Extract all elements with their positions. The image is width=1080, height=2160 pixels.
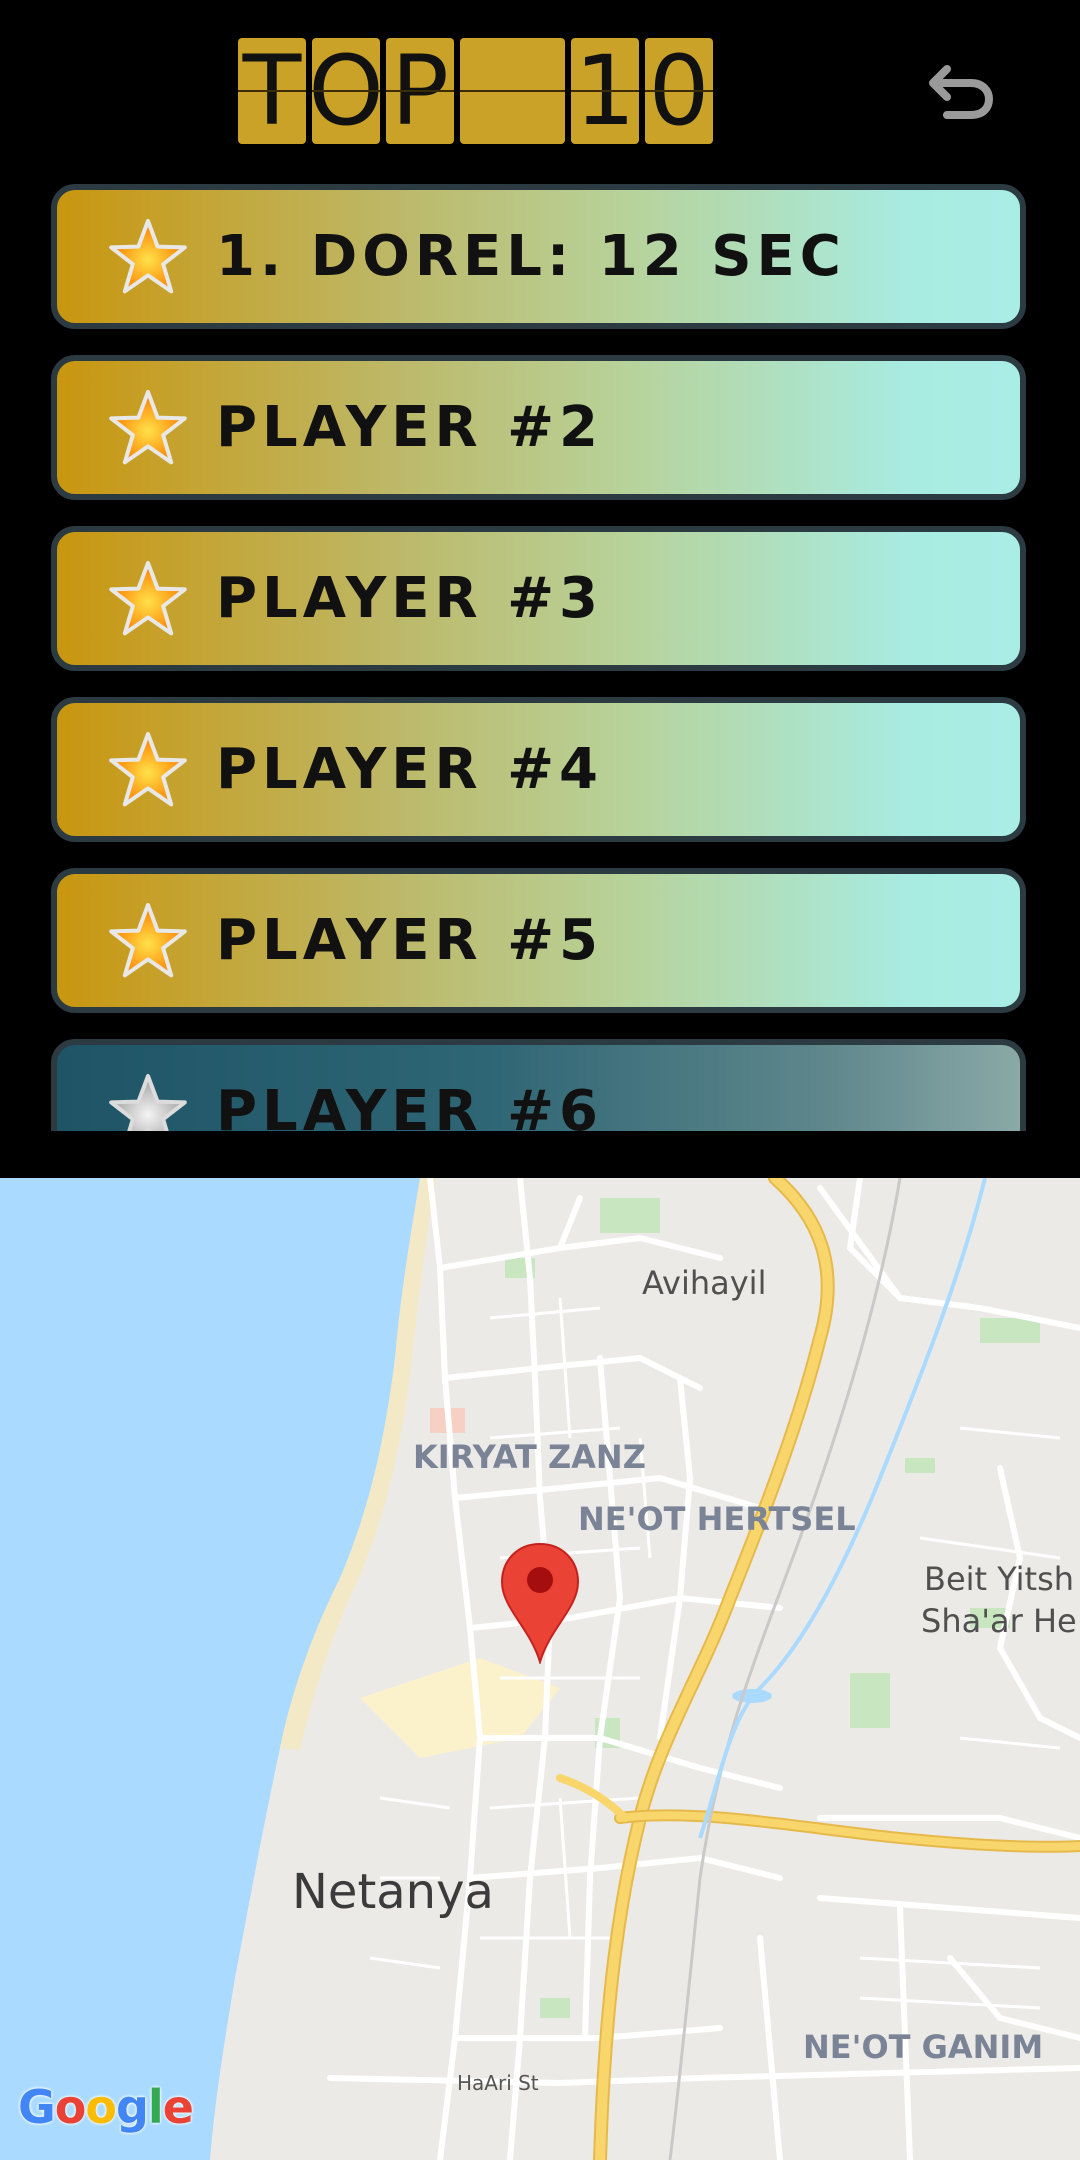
leaderboard-list[interactable]: 1. DOREL: 12 SEC PLAYER #2 PLAYER #3 PLA…: [0, 178, 1080, 1131]
title-letter: [460, 38, 565, 144]
top-10-title: T O P 1 0: [238, 38, 719, 144]
leaderboard-panel: T O P 1 0 1. DOREL: 12 SEC PLAYER #2 PLA…: [0, 0, 1080, 1178]
map-label-neot-hertsel: NE'OT HERTSEL: [578, 1500, 856, 1538]
map-canvas[interactable]: [0, 1178, 1080, 2160]
gold-star-icon: [109, 731, 187, 806]
gold-star-icon: [109, 902, 187, 977]
row-label: PLAYER #4: [216, 737, 604, 802]
map-label-kiryat-zanz: KIRYAT ZANZ: [413, 1438, 646, 1476]
leaderboard-row[interactable]: PLAYER #2: [51, 355, 1026, 500]
map-label-beit-yitshak: Beit Yitsh: [924, 1560, 1075, 1598]
leaderboard-row[interactable]: PLAYER #3: [51, 526, 1026, 671]
map-label-neot-ganim: NE'OT GANIM: [803, 2028, 1044, 2066]
map-pin-icon[interactable]: [500, 1542, 580, 1664]
title-letter: 0: [645, 38, 713, 144]
gold-star-icon: [109, 560, 187, 635]
map-label-shaar-hefer: Sha'ar He: [921, 1602, 1077, 1640]
title-letter: P: [386, 38, 454, 144]
title-letter: T: [238, 38, 306, 144]
back-button[interactable]: [925, 55, 997, 127]
google-logo: Google: [18, 2080, 194, 2134]
map-label-netanya: Netanya: [292, 1864, 494, 1920]
row-label: PLAYER #3: [216, 566, 604, 631]
gold-star-icon: [109, 218, 187, 293]
undo-arrow-icon: [929, 65, 994, 119]
map-label-haari-st: HaAri St: [457, 2071, 539, 2095]
map-label-avihayil: Avihayil: [642, 1264, 767, 1302]
leaderboard-row[interactable]: 1. DOREL: 12 SEC: [51, 184, 1026, 329]
map-view[interactable]: Avihayil KIRYAT ZANZ NE'OT HERTSEL Beit …: [0, 1178, 1080, 2160]
leaderboard-row[interactable]: PLAYER #6: [51, 1039, 1026, 1131]
title-letter: 1: [571, 38, 639, 144]
leaderboard-row[interactable]: PLAYER #5: [51, 868, 1026, 1013]
row-label: PLAYER #5: [216, 908, 604, 973]
gold-star-icon: [109, 389, 187, 464]
silver-star-icon: [109, 1073, 187, 1131]
leaderboard-row[interactable]: PLAYER #4: [51, 697, 1026, 842]
row-label: PLAYER #2: [216, 395, 604, 460]
row-label: PLAYER #6: [216, 1079, 604, 1131]
row-label: 1. DOREL: 12 SEC: [216, 224, 846, 289]
title-letter: O: [312, 38, 380, 144]
